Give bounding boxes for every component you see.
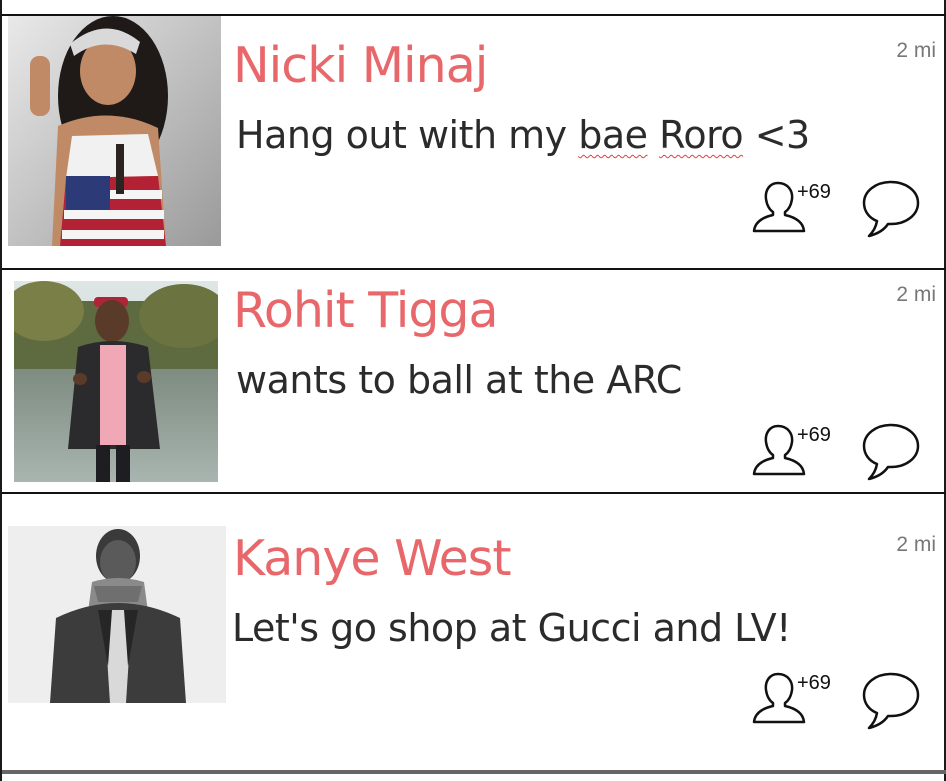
- comment-button[interactable]: [860, 670, 922, 732]
- post-card[interactable]: Nicki Minaj 2 mi Hang out with my bae Ro…: [2, 16, 946, 269]
- profile-photo[interactable]: [8, 16, 221, 246]
- feed-divider: [2, 770, 946, 774]
- misspelled-word: bae: [578, 113, 648, 157]
- post-card[interactable]: Kanye West 2 mi Let's go shop at Gucci a…: [2, 494, 946, 770]
- activity-feed: Nicki Minaj 2 mi Hang out with my bae Ro…: [0, 0, 946, 781]
- join-count: +69: [797, 181, 831, 203]
- status-text: Hang out with my: [236, 113, 579, 157]
- post-card[interactable]: Rohit Tigga 2 mi wants to ball at the AR…: [2, 270, 946, 492]
- speech-bubble-icon: [862, 423, 920, 481]
- status-text: <3: [743, 113, 811, 157]
- post-author-name[interactable]: Kanye West: [233, 534, 512, 583]
- join-button[interactable]: +69: [751, 179, 843, 239]
- post-status: Hang out with my bae Roro <3: [236, 116, 810, 154]
- join-count: +69: [797, 424, 831, 446]
- post-distance: 2 mi: [896, 283, 936, 306]
- post-author-name[interactable]: Nicki Minaj: [233, 41, 488, 90]
- profile-photo[interactable]: [14, 281, 218, 482]
- join-button[interactable]: +69: [751, 670, 843, 730]
- profile-photo[interactable]: [8, 526, 226, 703]
- speech-bubble-icon: [862, 672, 920, 730]
- join-count: +69: [797, 672, 831, 694]
- post-author-name[interactable]: Rohit Tigga: [233, 286, 499, 335]
- misspelled-word: Roro: [659, 113, 744, 157]
- status-text: [648, 113, 660, 157]
- post-distance: 2 mi: [896, 39, 936, 62]
- post-status: Let's go shop at Gucci and LV!: [232, 606, 791, 650]
- speech-bubble-icon: [862, 180, 920, 238]
- post-status: wants to ball at the ARC: [236, 358, 682, 402]
- comment-button[interactable]: [860, 178, 922, 240]
- post-distance: 2 mi: [896, 533, 936, 556]
- comment-button[interactable]: [860, 421, 922, 483]
- join-button[interactable]: +69: [751, 422, 843, 482]
